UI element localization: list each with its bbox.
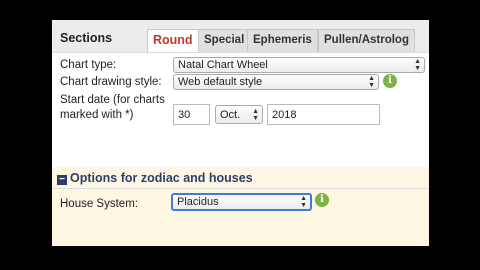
- drawing-style-label: Chart drawing style:: [60, 76, 162, 88]
- tab-pullen-astrolog[interactable]: Pullen/Astrolog: [318, 29, 415, 52]
- select-arrows-icon: ▲ ▼: [414, 58, 421, 72]
- chart-type-value: Natal Chart Wheel: [178, 59, 268, 71]
- info-icon[interactable]: i: [383, 74, 397, 88]
- tab-round[interactable]: Round: [147, 29, 199, 53]
- tab-ephemeris[interactable]: Ephemeris: [247, 29, 318, 52]
- start-date-label-line2: marked with *): [60, 109, 134, 121]
- select-arrows-icon: ▲ ▼: [368, 75, 375, 89]
- tab-special[interactable]: Special: [198, 29, 251, 52]
- house-system-select[interactable]: Placidus ▲ ▼: [171, 193, 312, 211]
- start-day-input[interactable]: 30: [173, 104, 210, 125]
- options-header-title: Options for zodiac and houses: [70, 171, 253, 185]
- drawing-style-value: Web default style: [178, 76, 263, 88]
- chart-type-label: Chart type:: [60, 59, 117, 71]
- start-date-label-line1: Start date (for charts: [60, 94, 165, 106]
- start-year-input[interactable]: 2018: [267, 104, 380, 125]
- info-icon[interactable]: i: [315, 193, 329, 207]
- options-header[interactable]: − Options for zodiac and houses: [57, 171, 253, 185]
- start-month-select[interactable]: Oct. ▲ ▼: [215, 105, 263, 124]
- house-system-label: House System:: [60, 198, 138, 210]
- chart-options-panel: Sections Round Special Ephemeris Pullen/…: [52, 20, 429, 246]
- drawing-style-select[interactable]: Web default style ▲ ▼: [173, 74, 379, 90]
- collapse-minus-icon[interactable]: −: [57, 175, 67, 185]
- sections-label: Sections: [60, 31, 113, 45]
- chart-type-select[interactable]: Natal Chart Wheel ▲ ▼: [173, 57, 425, 73]
- round-tab-content: Chart type: Natal Chart Wheel ▲ ▼ Chart d…: [52, 52, 429, 167]
- tab-bar: Sections Round Special Ephemeris Pullen/…: [52, 20, 429, 53]
- zodiac-houses-options: − Options for zodiac and houses House Sys…: [52, 167, 429, 246]
- start-month-value: Oct.: [220, 109, 241, 121]
- select-arrows-icon: ▲ ▼: [252, 108, 259, 122]
- select-arrows-icon: ▲ ▼: [300, 195, 307, 209]
- options-divider: [52, 188, 429, 189]
- house-system-value: Placidus: [177, 196, 219, 208]
